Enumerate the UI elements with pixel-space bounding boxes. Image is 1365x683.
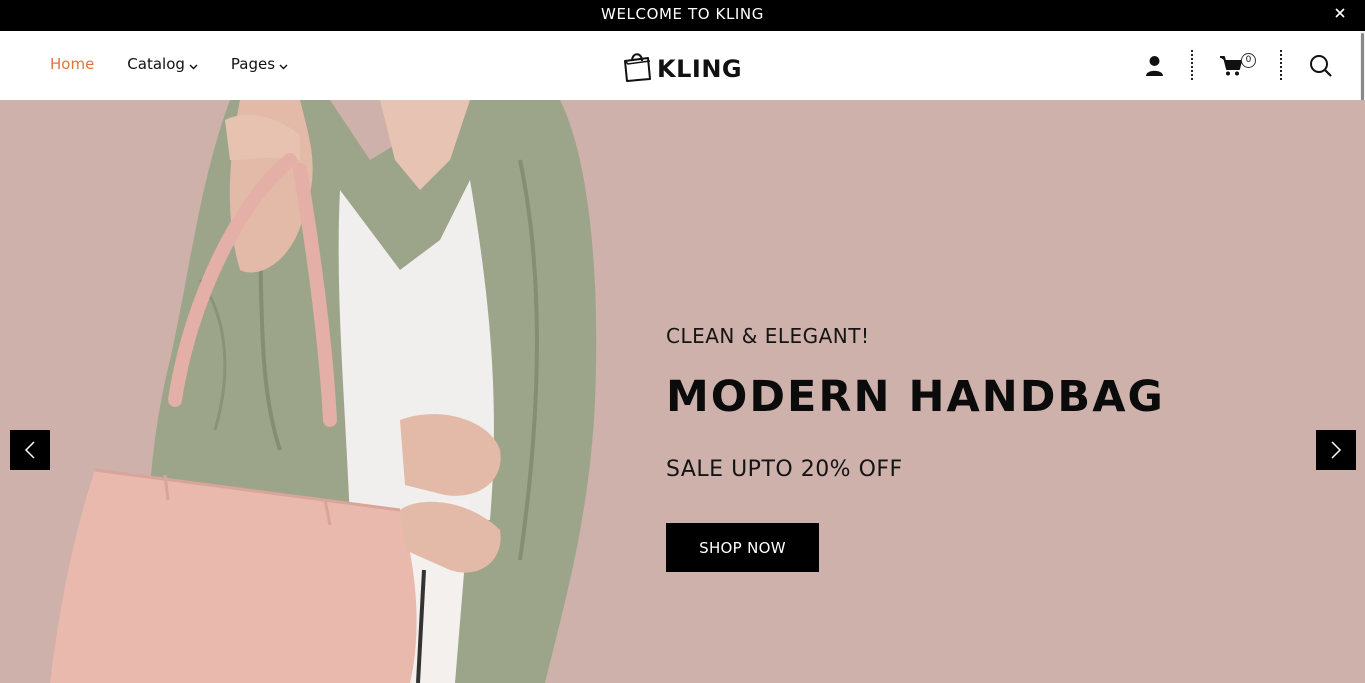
divider	[1280, 50, 1282, 80]
site-header: Home Catalog Pages KLING 0	[0, 31, 1360, 100]
nav-home[interactable]: Home	[50, 55, 94, 73]
chevron-left-icon	[24, 441, 35, 459]
nav-catalog-label: Catalog	[127, 55, 185, 73]
logo-text: KLING	[657, 55, 743, 83]
hero-headline: MODERN HANDBAG	[666, 372, 1165, 422]
nav-home-label: Home	[50, 55, 95, 73]
search-icon[interactable]	[1309, 54, 1332, 77]
hero-model-image	[50, 100, 597, 683]
site-logo[interactable]: KLING	[622, 49, 742, 83]
shop-now-button[interactable]: SHOP NOW	[666, 523, 819, 572]
nav-catalog[interactable]: Catalog	[127, 55, 198, 73]
nav-pages[interactable]: Pages	[231, 55, 288, 73]
chevron-down-icon	[189, 64, 198, 69]
divider	[1191, 50, 1193, 80]
cart-count-badge: 0	[1241, 53, 1256, 68]
user-icon[interactable]	[1145, 55, 1164, 77]
hero-subheadline: SALE UPTO 20% OFF	[666, 457, 903, 482]
announcement-bar: WELCOME TO KLING	[0, 0, 1365, 31]
cart-icon[interactable]	[1219, 55, 1243, 77]
slider-prev-button[interactable]	[10, 430, 50, 470]
hero-slider: CLEAN & ELEGANT! MODERN HANDBAG SALE UPT…	[0, 100, 1365, 683]
close-icon[interactable]	[1333, 6, 1347, 20]
announcement-text: WELCOME TO KLING	[601, 4, 764, 23]
nav-pages-label: Pages	[230, 55, 276, 73]
handbag-icon	[624, 53, 651, 82]
chevron-right-icon	[1331, 441, 1342, 459]
chevron-down-icon	[279, 64, 288, 69]
hero-kicker: CLEAN & ELEGANT!	[666, 324, 870, 348]
main-nav: Home Catalog Pages	[50, 31, 321, 97]
slider-next-button[interactable]	[1316, 430, 1356, 470]
